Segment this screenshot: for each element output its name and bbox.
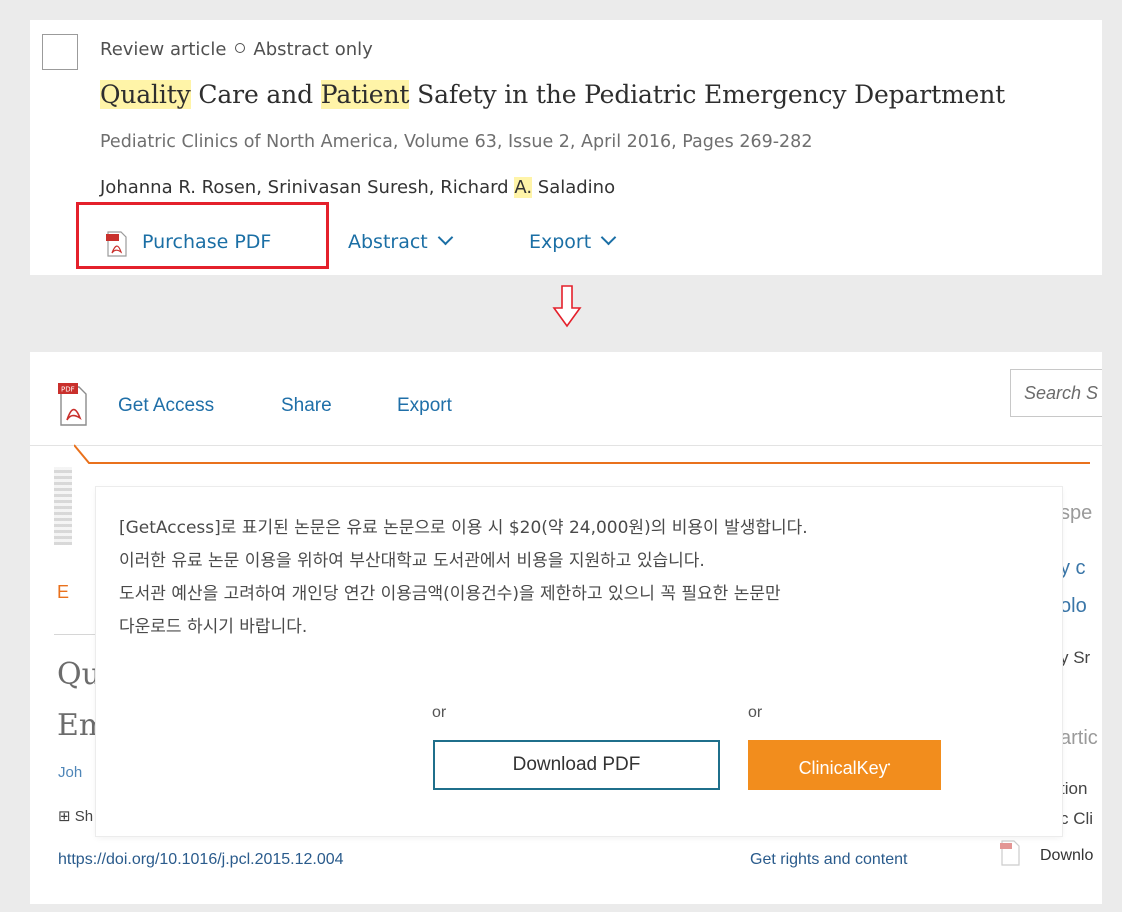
title-text: Safety in the Pediatric Emergency Depart… [409,80,1006,109]
orange-divider [90,462,1090,464]
bg-right-fragment: olo [1060,595,1087,617]
bg-authors-fragment[interactable]: Joh [58,764,82,781]
search-result-card: Review article Abstract only Quality Care… [30,20,1102,275]
journal-cover-thumbnail [54,467,72,545]
article-meta: Review article Abstract only [100,39,373,60]
notice-line: 도서관 예산을 고려하여 개인당 연간 이용금액(이용건수)을 제한하고 있으니… [119,584,781,604]
notice-line: 다운로드 하시기 바랍니다. [119,617,308,637]
bg-title-fragment: Qu [57,657,101,692]
journal-citation: Pediatric Clinics of North America, Volu… [100,132,813,152]
article-title[interactable]: Quality Care and Patient Safety in the P… [100,80,1005,109]
search-input[interactable]: Search S [1010,369,1102,417]
export-toggle[interactable]: Export [529,229,617,253]
divider [54,634,98,635]
abstract-toggle[interactable]: Abstract [348,229,454,253]
chevron-down-icon [437,229,454,246]
article-page-screenshot: PDF Get Access Share Export Search S E Q… [30,352,1102,904]
clinicalkey-label: ClinicalKey [798,758,888,778]
get-access-link[interactable]: Get Access [118,395,214,417]
bg-right-fragment: spe [1060,502,1093,524]
share-link[interactable]: Share [281,395,332,417]
notice-text: [GetAccess]로 표기된 논문은 유료 논문으로 이용 시 $20(약 … [119,512,1049,644]
or-label: or [748,704,763,721]
bg-expand-fragment[interactable]: ⊞ Sh [58,807,93,825]
pdf-icon [1000,840,1020,866]
bg-right-fragment: tion [1060,779,1088,798]
rights-link[interactable]: Get rights and content [750,851,907,869]
separator-dot-icon [235,43,246,53]
pdf-icon [106,231,127,257]
title-text: Care and [190,80,321,109]
authors-text: Johanna R. Rosen, Srinivasan Suresh, Ric… [100,177,515,198]
bg-right-fragment: y c [1060,557,1086,579]
trademark-mark: • [887,760,891,769]
export-label: Export [529,231,592,253]
pdf-icon: PDF [58,383,87,426]
download-pdf-button[interactable]: Download PDF [433,740,720,790]
export-link[interactable]: Export [397,395,452,417]
publisher-logo: E [57,582,70,602]
access-type: Abstract only [253,39,373,60]
bg-right-fragment: y Sr [1060,648,1091,667]
download-link[interactable]: Downlo [1040,847,1093,865]
title-highlight: Patient [320,80,410,109]
notice-line: [GetAccess]로 표기된 논문은 유료 논문으로 이용 시 $20(약 … [119,518,808,538]
or-label: or [432,704,447,721]
tab-notch [74,444,104,464]
clinicalkey-button[interactable]: ClinicalKey• [748,740,941,790]
bg-right-fragment: c Cli [1060,809,1094,828]
title-highlight: Quality [100,80,191,109]
authors: Johanna R. Rosen, Srinivasan Suresh, Ric… [100,177,615,198]
svg-text:PDF: PDF [61,386,75,394]
purchase-pdf-link[interactable]: Purchase PDF [142,231,271,253]
divider [30,445,1102,446]
doi-link[interactable]: https://doi.org/10.1016/j.pcl.2015.12.00… [58,851,344,869]
notice-line: 이러한 유료 논문 이용을 위하여 부산대학교 도서관에서 비용을 지원하고 있… [119,551,705,571]
access-notice-modal: [GetAccess]로 표기된 논문은 유료 논문으로 이용 시 $20(약 … [96,487,1062,836]
bg-right-fragment: artic [1060,727,1098,749]
article-type: Review article [100,39,227,60]
chevron-down-icon [600,229,617,246]
select-checkbox[interactable] [42,34,78,70]
down-arrow-icon [552,285,582,328]
author-highlight: A. [514,177,533,198]
abstract-label: Abstract [348,231,428,253]
authors-text: Saladino [532,177,616,198]
